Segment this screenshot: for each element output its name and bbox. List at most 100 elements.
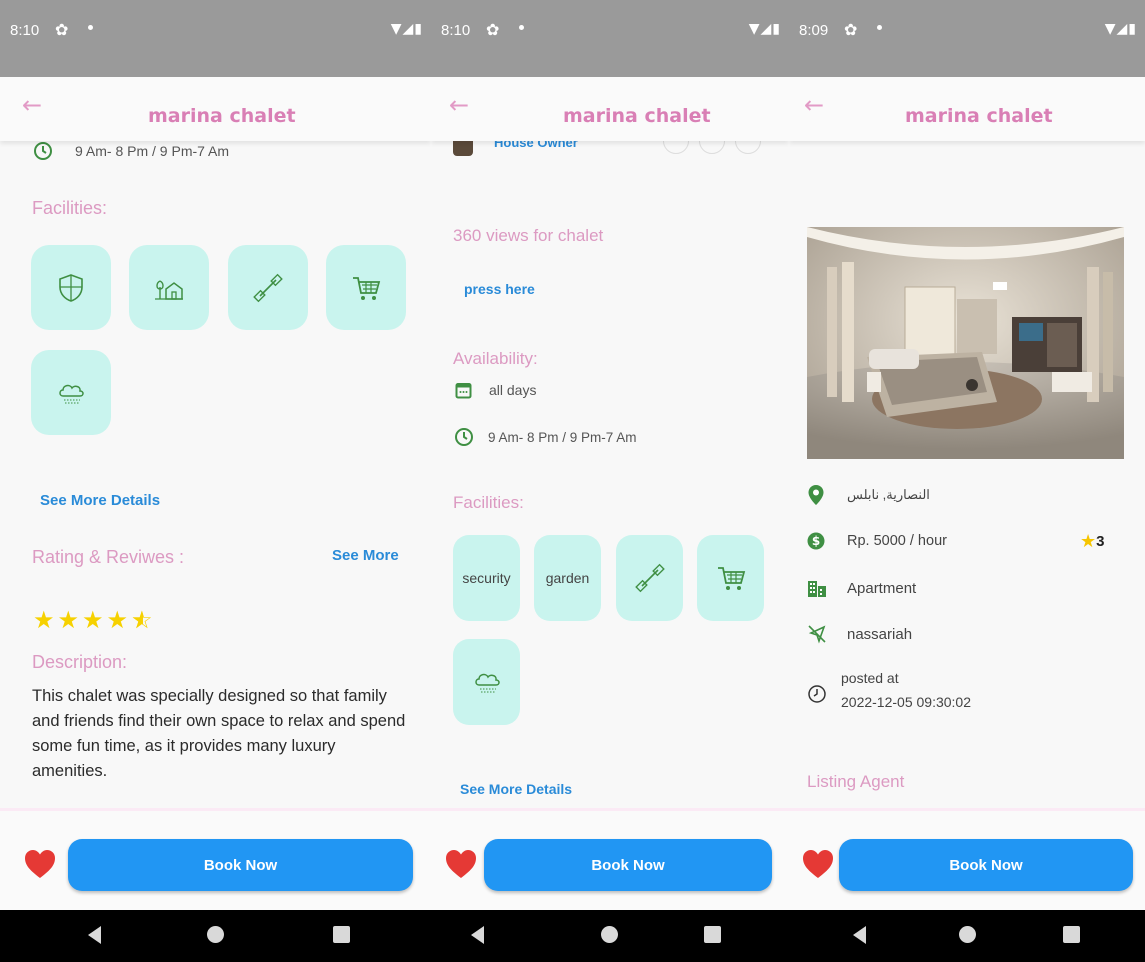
favorite-heart-icon[interactable]: [23, 847, 57, 881]
hours-text: 9 Am- 8 Pm / 9 Pm-7 Am: [75, 143, 230, 159]
rating-badge: ★ 3: [1080, 531, 1104, 552]
rating-value: 3: [1096, 533, 1105, 550]
calendar-icon: [455, 383, 472, 399]
facility-gym[interactable]: [616, 535, 683, 621]
bottom-action-bar: Book Now: [789, 808, 1145, 910]
android-nav-bar: [431, 910, 789, 962]
facility-weather[interactable]: [31, 350, 111, 435]
shopping-cart-icon: [717, 567, 745, 590]
clock-icon: [808, 685, 826, 703]
clock-icon: [34, 142, 52, 160]
status-bar: 8:10 ✿ ▼◢▮: [0, 0, 431, 77]
notification-dot-icon: [88, 25, 93, 30]
nav-recents-icon[interactable]: [1063, 926, 1080, 943]
nav-home-icon[interactable]: [959, 926, 976, 943]
facility-garden-label: garden: [545, 570, 590, 586]
notification-dot-icon: [519, 25, 524, 30]
status-time: 8:10: [10, 22, 40, 39]
description-text: This chalet was specially designed so th…: [32, 687, 406, 780]
bedroom-panorama-illustration: [807, 227, 1124, 459]
status-bar: 8:10 ✿ ▼◢▮: [431, 0, 789, 77]
rating-heading: Rating & Reviwes :: [32, 547, 185, 567]
signal-battery-icon: ▼◢▮: [390, 21, 423, 37]
facility-security[interactable]: security: [453, 535, 520, 621]
book-now-button[interactable]: Book Now: [68, 839, 413, 891]
facilities-heading: Facilities:: [453, 493, 524, 512]
signal-battery-icon: ▼◢▮: [748, 21, 781, 37]
area-text: nassariah: [847, 625, 913, 643]
back-arrow-icon[interactable]: ←: [22, 91, 42, 119]
dollar-icon: $: [807, 532, 825, 550]
favorite-heart-icon[interactable]: [444, 847, 478, 881]
days-text: all days: [489, 382, 537, 398]
facility-security[interactable]: [31, 245, 111, 330]
bottom-action-bar: Book Now: [0, 808, 431, 910]
favorite-heart-icon[interactable]: [801, 847, 835, 881]
price-text: Rp. 5000 / hour: [847, 533, 947, 549]
shield-icon: [59, 273, 83, 302]
android-nav-bar: [0, 910, 431, 962]
nav-home-icon[interactable]: [207, 926, 224, 943]
nav-recents-icon[interactable]: [333, 926, 350, 943]
facility-security-label: security: [462, 570, 511, 586]
status-bar: 8:09 ✿ ▼◢▮: [789, 0, 1145, 77]
page-title: marina chalet: [148, 105, 296, 127]
screen-details-1: 8:10 ✿ ▼◢▮ ← marina chalet 9 Am- 8 Pm / …: [0, 0, 431, 962]
back-arrow-icon[interactable]: ←: [804, 91, 824, 119]
posted-label: posted at: [841, 670, 899, 686]
app-bar: ← marina chalet: [0, 77, 431, 141]
facility-weather[interactable]: [453, 639, 520, 725]
panorama-image[interactable]: [807, 227, 1124, 459]
area-row: nassariah: [807, 624, 912, 644]
facility-shopping[interactable]: [326, 245, 406, 330]
see-more-link[interactable]: See More: [332, 547, 399, 564]
book-now-button[interactable]: Book Now: [839, 839, 1133, 891]
nav-back-icon[interactable]: [471, 926, 484, 944]
hours-row: 9 Am- 8 Pm / 9 Pm-7 Am: [33, 141, 229, 161]
type-text: Apartment: [847, 579, 917, 597]
building-icon: [808, 581, 826, 597]
notification-dot-icon: [877, 25, 882, 30]
type-row: Apartment: [807, 578, 916, 598]
hours-row: 9 Am- 8 Pm / 9 Pm-7 Am: [454, 427, 637, 447]
nav-back-icon[interactable]: [853, 926, 866, 944]
dumbbell-icon: [634, 563, 665, 593]
status-time: 8:10: [441, 22, 471, 39]
map-pin-icon: [808, 485, 824, 505]
cloud-rain-icon: [59, 384, 84, 403]
dumbbell-icon: [253, 273, 283, 302]
price-row: $ Rp. 5000 / hour: [807, 532, 947, 550]
facility-garden[interactable]: [129, 245, 209, 330]
navigation-off-icon: [808, 625, 826, 644]
description-heading: Description:: [32, 652, 128, 672]
back-arrow-icon[interactable]: ←: [449, 91, 469, 119]
nav-back-icon[interactable]: [88, 926, 101, 944]
see-more-details-link[interactable]: See More Details: [460, 781, 572, 797]
nav-recents-icon[interactable]: [704, 926, 721, 943]
posted-date: 2022-12-05 09:30:02: [841, 694, 971, 710]
clock-icon: [455, 428, 473, 446]
nav-home-icon[interactable]: [601, 926, 618, 943]
screen-details-3: 8:09 ✿ ▼◢▮ ← marina chalet النصارية, ناب…: [789, 0, 1145, 962]
facility-shopping[interactable]: [697, 535, 764, 621]
android-nav-bar: [789, 910, 1145, 962]
star-icon: ★: [1080, 531, 1097, 552]
settings-icon: ✿: [55, 20, 69, 39]
cloud-rain-icon: [474, 673, 500, 693]
availability-heading: Availability:: [453, 349, 538, 368]
facility-garden[interactable]: garden: [534, 535, 601, 621]
facility-gym[interactable]: [228, 245, 308, 330]
book-now-button[interactable]: Book Now: [484, 839, 772, 891]
see-more-details-link[interactable]: See More Details: [40, 492, 160, 509]
rating-stars: ★★★★☆★: [33, 606, 156, 634]
page-title: marina chalet: [563, 105, 711, 127]
shopping-cart-icon: [353, 276, 381, 300]
bottom-action-bar: Book Now: [431, 808, 789, 910]
press-here-link[interactable]: press here: [464, 281, 535, 297]
signal-battery-icon: ▼◢▮: [1104, 21, 1137, 37]
house-tree-icon: [155, 279, 183, 300]
listing-agent-heading: Listing Agent: [807, 772, 905, 791]
page-title: marina chalet: [905, 105, 1053, 127]
hours-text: 9 Am- 8 Pm / 9 Pm-7 Am: [488, 429, 637, 445]
facilities-heading: Facilities:: [32, 198, 108, 218]
